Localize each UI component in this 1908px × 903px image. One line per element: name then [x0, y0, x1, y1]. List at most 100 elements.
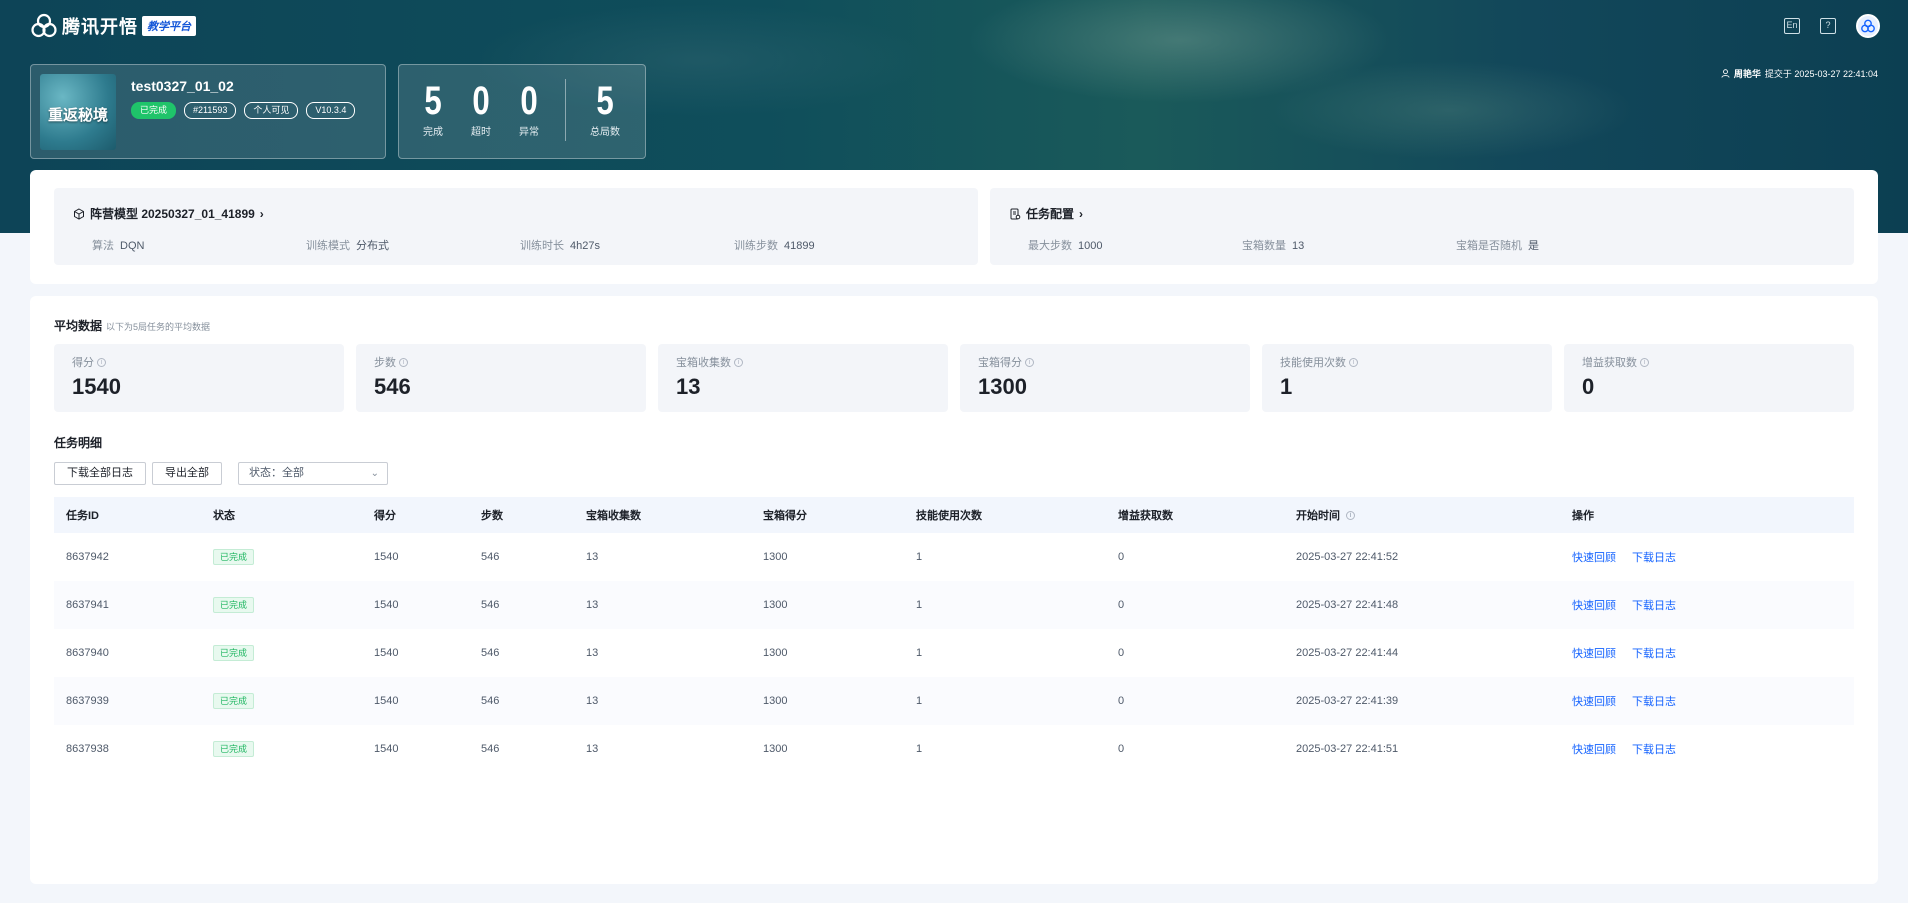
- cell-status: 已完成: [213, 741, 255, 757]
- cell-chests: 13: [586, 599, 599, 611]
- quick-review-link[interactable]: 快速回顾: [1572, 696, 1616, 708]
- translate-icon[interactable]: En: [1784, 18, 1800, 34]
- metric-label-text: 增益获取数: [1582, 357, 1637, 369]
- model-field: 训练模式 分布式: [306, 237, 389, 253]
- table-row: 8637942 已完成 1540 546 13 1300 1 0 2025-03…: [54, 533, 1854, 581]
- user-avatar[interactable]: [1856, 14, 1880, 38]
- cell-task-id: 8637940: [66, 647, 109, 659]
- model-field: 训练步数 41899: [734, 237, 815, 253]
- divider: [565, 79, 566, 141]
- quick-review-link[interactable]: 快速回顾: [1572, 648, 1616, 660]
- cell-chests: 13: [586, 647, 599, 659]
- cell-status: 已完成: [213, 693, 255, 709]
- cell-chest-score: 1300: [763, 695, 788, 707]
- cell-score: 1540: [374, 695, 399, 707]
- model-field: 算法 DQN: [92, 237, 144, 253]
- cell-skills: 1: [916, 647, 923, 659]
- cell-chest-score: 1300: [763, 551, 788, 563]
- download-log-link[interactable]: 下载日志: [1632, 552, 1676, 564]
- metric-skill-uses: 技能使用次数 i 1: [1262, 344, 1552, 412]
- col-buffs: 增益获取数: [1118, 510, 1173, 522]
- field-value: DQN: [120, 240, 145, 252]
- config-box: 任务配置 › 最大步数 1000 宝箱数量 13 宝箱是否随机是: [990, 188, 1854, 265]
- stat-total: 5 总局数: [581, 79, 629, 138]
- cell-steps: 546: [481, 647, 500, 659]
- metric-label: 步数 i: [374, 354, 408, 370]
- cell-buffs: 0: [1118, 743, 1125, 755]
- download-log-link[interactable]: 下载日志: [1632, 696, 1676, 708]
- download-log-link[interactable]: 下载日志: [1632, 648, 1676, 660]
- stat-label: 超时: [471, 127, 491, 138]
- help-icon[interactable]: ?: [1820, 18, 1836, 34]
- cell-actions: 快速回顾 下载日志: [1572, 741, 1692, 757]
- task-tags: 已完成 #211593 个人可见 V10.3.4: [131, 102, 356, 119]
- config-title: 任务配置: [1026, 207, 1075, 221]
- info-icon[interactable]: i: [1346, 510, 1355, 520]
- metric-value: 1: [1280, 374, 1293, 399]
- field-value: 分布式: [356, 240, 389, 252]
- task-detail-table: 任务ID 状态 得分 步数 宝箱收集数 宝箱得分 技能使用次数 增益获取数 开始…: [54, 497, 1854, 773]
- status-filter-select[interactable]: 状态：全部 ⌄: [238, 462, 388, 485]
- task-name: test0327_01_02: [131, 78, 234, 94]
- stat-completed: 5 完成: [409, 79, 457, 138]
- table-row: 8637941 已完成 1540 546 13 1300 1 0 2025-03…: [54, 581, 1854, 629]
- cell-status: 已完成: [213, 549, 255, 565]
- stat-value: 5: [596, 79, 614, 123]
- download-log-link[interactable]: 下载日志: [1632, 600, 1676, 612]
- field-key: 训练模式: [306, 240, 350, 252]
- cell-start-time: 2025-03-27 22:41:51: [1296, 743, 1399, 755]
- task-info-card: 重返秘境 test0327_01_02 已完成 #211593 个人可见 V10…: [30, 64, 386, 159]
- details-section-title: 任务明细: [54, 436, 103, 450]
- submitter-info: 周艳华 提交于 2025-03-27 22:41:04: [1721, 67, 1878, 80]
- cell-skills: 1: [916, 695, 923, 707]
- quick-review-link[interactable]: 快速回顾: [1572, 600, 1616, 612]
- col-task-id: 任务ID: [66, 510, 99, 522]
- stat-value: 5: [424, 79, 442, 123]
- cell-start-time: 2025-03-27 22:41:44: [1296, 647, 1399, 659]
- download-log-link[interactable]: 下载日志: [1632, 744, 1676, 756]
- metric-label-text: 宝箱收集数: [676, 357, 731, 369]
- col-actions: 操作: [1572, 510, 1594, 522]
- cell-buffs: 0: [1118, 695, 1125, 707]
- info-icon[interactable]: i: [97, 357, 106, 367]
- quick-review-link[interactable]: 快速回顾: [1572, 552, 1616, 564]
- cell-skills: 1: [916, 743, 923, 755]
- cell-steps: 546: [481, 695, 500, 707]
- download-all-logs-button[interactable]: 下载全部日志: [54, 462, 146, 485]
- export-all-button[interactable]: 导出全部: [152, 462, 222, 485]
- info-icon[interactable]: i: [1025, 357, 1034, 367]
- cell-actions: 快速回顾 下载日志: [1572, 645, 1692, 661]
- field-key: 算法: [92, 240, 114, 252]
- task-id-tag: #211593: [184, 102, 237, 119]
- visibility-tag: 个人可见: [244, 102, 299, 119]
- cell-task-id: 8637938: [66, 743, 109, 755]
- metric-value: 1540: [72, 374, 121, 399]
- stat-value: 0: [520, 79, 538, 123]
- info-icon[interactable]: i: [399, 357, 408, 367]
- model-config-panel: 阵营模型 20250327_01_41899 › 算法 DQN 训练模式 分布式 训…: [30, 170, 1878, 284]
- info-icon[interactable]: i: [1640, 357, 1649, 367]
- stat-value: 0: [472, 79, 490, 123]
- cell-start-time: 2025-03-27 22:41:48: [1296, 599, 1399, 611]
- info-icon[interactable]: i: [1349, 357, 1358, 367]
- config-title-link[interactable]: 任务配置 ›: [1009, 205, 1083, 222]
- metric-label: 增益获取数 i: [1582, 354, 1649, 370]
- metric-label-text: 宝箱得分: [978, 357, 1022, 369]
- table-row: 8637939 已完成 1540 546 13 1300 1 0 2025-03…: [54, 677, 1854, 725]
- cell-score: 1540: [374, 647, 399, 659]
- quick-review-link[interactable]: 快速回顾: [1572, 744, 1616, 756]
- info-icon[interactable]: i: [734, 357, 743, 367]
- cell-steps: 546: [481, 743, 500, 755]
- field-key: 训练时长: [520, 240, 564, 252]
- cube-icon: [74, 207, 84, 220]
- metric-value: 0: [1582, 374, 1595, 399]
- chevron-down-icon: ⌄: [370, 468, 379, 479]
- cell-actions: 快速回顾 下载日志: [1572, 549, 1692, 565]
- model-title-link[interactable]: 阵营模型 20250327_01_41899 ›: [73, 205, 264, 222]
- table-row: 8637938 已完成 1540 546 13 1300 1 0 2025-03…: [54, 725, 1854, 773]
- field-value: 是: [1528, 240, 1539, 252]
- brand[interactable]: 腾讯开悟 教学平台: [30, 12, 196, 40]
- cell-buffs: 0: [1118, 551, 1125, 563]
- submit-time: 提交于 2025-03-27 22:41:04: [1764, 69, 1878, 79]
- brand-badge: 教学平台: [142, 16, 196, 36]
